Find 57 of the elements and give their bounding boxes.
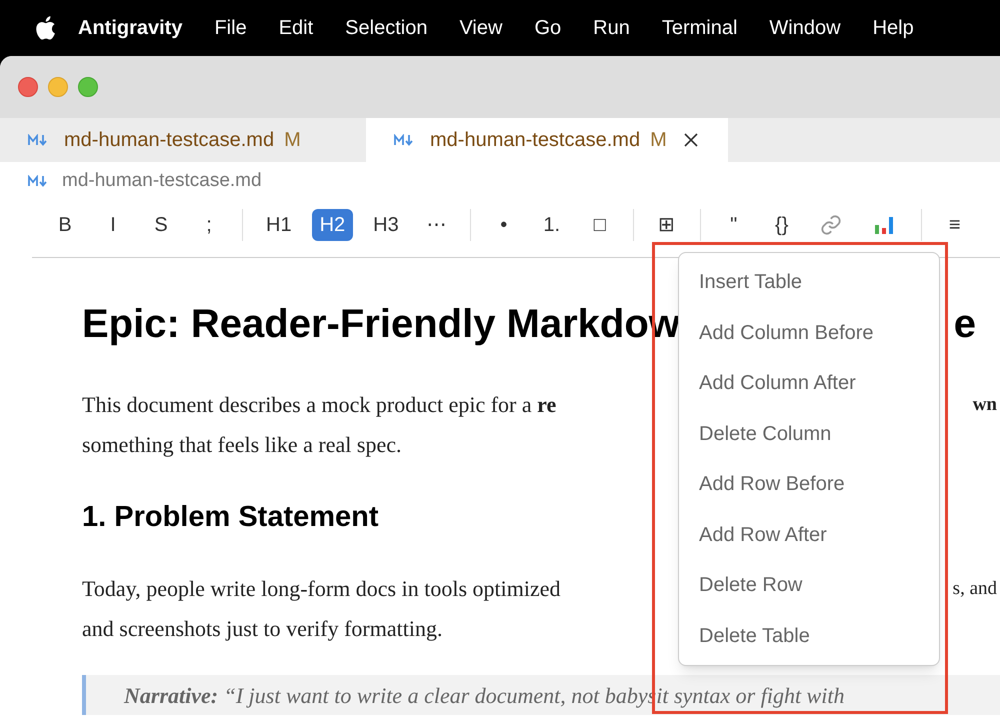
- close-icon[interactable]: [682, 132, 699, 148]
- toolbar-button[interactable]: H3: [365, 208, 407, 240]
- toolbar-button[interactable]: B: [47, 208, 83, 240]
- apple-icon[interactable]: [34, 15, 56, 41]
- breadcrumb[interactable]: md-human-testcase.md: [62, 166, 262, 196]
- document-title: e: [954, 301, 976, 348]
- menu-item[interactable]: Selection: [345, 13, 428, 43]
- menu-option[interactable]: Insert Table: [679, 267, 939, 298]
- tab-label: md-human-testcase.md: [64, 128, 274, 153]
- toolbar-button[interactable]: 1.: [534, 208, 570, 240]
- bar-chart-icon[interactable]: [874, 214, 894, 234]
- markdown-icon: [28, 134, 48, 146]
- toolbar-button[interactable]: ≡: [936, 208, 973, 240]
- section-heading: 1. Problem Statement: [82, 500, 379, 535]
- toolbar-button[interactable]: •: [486, 208, 522, 240]
- menu-item[interactable]: Help: [872, 13, 914, 43]
- menu-item[interactable]: Run: [593, 13, 630, 43]
- paragraph-text: Today, people write long-form docs in tools optimized: [82, 575, 560, 603]
- menu-item[interactable]: File: [214, 13, 247, 43]
- toolbar-button[interactable]: I: [95, 208, 131, 240]
- menu-option[interactable]: Delete Column: [679, 418, 939, 449]
- zoom-window-button[interactable]: [78, 77, 98, 97]
- toolbar-button[interactable]: ⊞: [648, 208, 685, 240]
- paragraph-text: wn: [972, 393, 998, 417]
- toolbar-button[interactable]: H1: [258, 208, 300, 240]
- menu-item[interactable]: Go: [534, 13, 562, 43]
- toolbar-button[interactable]: ⋯: [418, 208, 455, 240]
- menu-item[interactable]: Terminal: [662, 13, 738, 43]
- menu-option[interactable]: Delete Row: [679, 570, 939, 600]
- toolbar-button[interactable]: {}: [764, 208, 800, 240]
- markdown-icon: [394, 134, 414, 146]
- editor-tab[interactable]: md-human-testcase.md M: [366, 118, 728, 162]
- toolbar-button[interactable]: S: [143, 208, 179, 240]
- menu-item[interactable]: View: [459, 13, 502, 43]
- toolbar-button[interactable]: ": [716, 208, 752, 240]
- toolbar-button[interactable]: H2: [312, 208, 354, 240]
- menu-option[interactable]: Delete Table: [679, 620, 939, 651]
- minimize-window-button[interactable]: [48, 77, 68, 97]
- paragraph-text: This document describes a mock product epic for a re: [82, 391, 556, 419]
- toolbar-button[interactable]: ;: [191, 208, 227, 240]
- paragraph-text: s, and: [952, 577, 998, 601]
- menu-item[interactable]: Edit: [278, 13, 314, 43]
- paragraph-text: something that feels like a real spec.: [82, 431, 402, 459]
- menu-option[interactable]: Add Row After: [679, 520, 939, 550]
- modified-label: M: [650, 128, 667, 153]
- tab-label: md-human-testcase.md: [430, 128, 640, 153]
- menu-option[interactable]: Add Column After: [679, 368, 939, 398]
- app-name[interactable]: Antigravity: [78, 13, 182, 43]
- menu-option[interactable]: Add Row Before: [679, 469, 939, 500]
- menu-option[interactable]: Add Column Before: [679, 318, 939, 348]
- markdown-icon: [28, 175, 48, 187]
- menu-item[interactable]: Window: [769, 13, 841, 43]
- link-icon[interactable]: [820, 214, 842, 236]
- paragraph-text: and screenshots just to verify formatting.: [82, 615, 442, 643]
- toolbar-button[interactable]: □: [582, 208, 618, 240]
- modified-label: M: [284, 128, 301, 153]
- close-window-button[interactable]: [18, 77, 38, 97]
